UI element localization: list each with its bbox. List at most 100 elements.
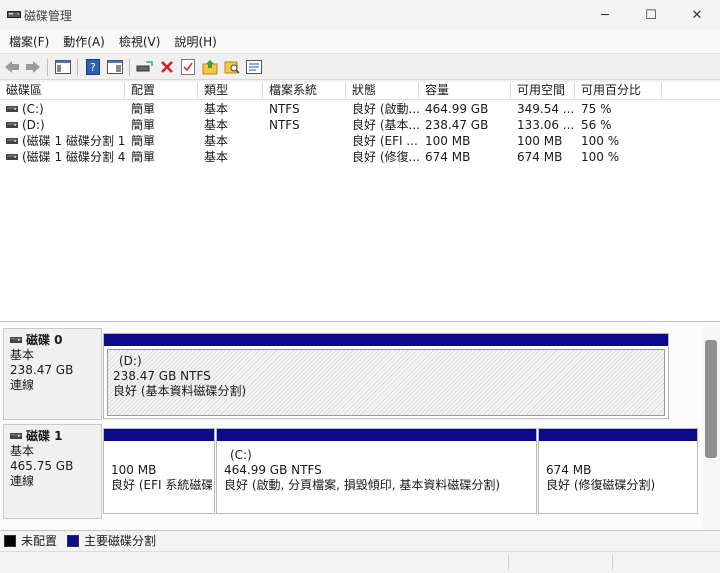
- filesystem-cell: NTFS: [269, 102, 300, 116]
- svg-text:?: ?: [90, 61, 96, 74]
- column-header-free-space[interactable]: 可用空間: [511, 82, 575, 100]
- back-arrow-icon[interactable]: [2, 57, 22, 77]
- status-bar: [0, 551, 720, 573]
- capacity-cell: 464.99 GB: [425, 102, 489, 116]
- disk-icon: [10, 433, 22, 439]
- disk-management-icon: [7, 11, 21, 18]
- menu-file[interactable]: 檔案(F): [2, 31, 56, 53]
- column-header-type[interactable]: 類型: [198, 82, 263, 100]
- free-space-cell: 349.54 ...: [517, 102, 575, 116]
- volume-name: (磁碟 1 磁碟分割 1): [22, 134, 125, 148]
- table-row[interactable]: (D:) 簡單 基本 NTFS 良好 (基本... 238.47 GB 133.…: [0, 117, 720, 133]
- column-header-layout[interactable]: 配置: [125, 82, 198, 100]
- filesystem-cell: [263, 133, 346, 149]
- drive-icon: [6, 106, 18, 112]
- disk-1-label[interactable]: 磁碟 1 基本 465.75 GB 連線: [3, 424, 102, 519]
- maximize-button[interactable]: ☐: [628, 0, 674, 31]
- disk-type: 基本: [10, 444, 35, 458]
- delete-icon[interactable]: [157, 57, 177, 77]
- layout-cell: 簡單: [131, 118, 156, 132]
- partition-size: 100 MB: [111, 463, 157, 477]
- volume-name-cell: (磁碟 1 磁碟分割 4): [0, 149, 125, 165]
- column-header-percent-free[interactable]: 可用百分比: [575, 82, 662, 100]
- legend-primary-partition: 主要磁碟分割: [84, 534, 157, 548]
- capacity-cell: 238.47 GB: [425, 118, 489, 132]
- properties-check-icon[interactable]: [178, 57, 198, 77]
- refresh-folder-icon[interactable]: [200, 57, 220, 77]
- column-header-capacity[interactable]: 容量: [419, 82, 511, 100]
- percent-free-cell: 56 %: [581, 118, 612, 132]
- menu-help[interactable]: 說明(H): [167, 31, 223, 53]
- type-cell: 基本: [204, 102, 229, 116]
- volume-name-cell: (D:): [0, 117, 125, 133]
- table-row[interactable]: (磁碟 1 磁碟分割 1) 簡單 基本 良好 (EFI ... 100 MB 1…: [0, 133, 720, 149]
- table-row[interactable]: (磁碟 1 磁碟分割 4) 簡單 基本 良好 (修復... 674 MB 674…: [0, 149, 720, 165]
- status-cell: 良好 (啟動...: [352, 102, 419, 116]
- disk-size: 238.47 GB: [10, 363, 74, 377]
- status-cell: 良好 (EFI ...: [352, 134, 418, 148]
- status-cell: 良好 (修復...: [352, 150, 419, 164]
- help-icon[interactable]: ?: [83, 57, 103, 77]
- status-pane: [612, 555, 613, 571]
- capacity-cell: 100 MB: [425, 134, 471, 148]
- free-space-cell: 100 MB: [517, 134, 563, 148]
- volume-name: (C:): [22, 102, 44, 116]
- minimize-button[interactable]: ─: [582, 0, 628, 31]
- layout-cell: 簡單: [131, 102, 156, 116]
- partition-d-body: (D:) 238.47 GB NTFS 良好 (基本資料磁碟分割): [107, 349, 665, 416]
- partition-d[interactable]: (D:) 238.47 GB NTFS 良好 (基本資料磁碟分割): [103, 333, 669, 419]
- free-space-cell: 674 MB: [517, 150, 563, 164]
- filesystem-cell: [263, 149, 346, 165]
- column-header-volume[interactable]: 磁碟區: [0, 82, 125, 100]
- connect-disk-icon[interactable]: [135, 57, 155, 77]
- disk-state: 連線: [10, 378, 35, 392]
- column-header-spacer: [662, 82, 720, 100]
- partition-recovery[interactable]: 674 MB 良好 (修復磁碟分割): [538, 428, 698, 514]
- primary-partition-swatch: [67, 534, 80, 547]
- percent-free-cell: 100 %: [581, 134, 620, 148]
- legend: 未配置 主要磁碟分割: [0, 530, 720, 550]
- console-tree-icon[interactable]: [53, 57, 73, 77]
- partition-efi[interactable]: 100 MB 良好 (EFI 系統磁碟分: [103, 428, 215, 514]
- title-bar: 磁碟管理 ─ ☐ ✕: [0, 0, 720, 31]
- column-header-filesystem[interactable]: 檔案系統: [263, 82, 346, 100]
- menu-action[interactable]: 動作(A): [56, 31, 112, 53]
- toolbar-separator: [129, 59, 130, 76]
- settings-list-icon[interactable]: [244, 57, 264, 77]
- partition-c[interactable]: (C:) 464.99 GB NTFS 良好 (啟動, 分頁檔案, 損毀傾印, …: [216, 428, 537, 514]
- forward-arrow-icon[interactable]: [23, 57, 43, 77]
- unallocated-swatch: [4, 534, 16, 547]
- show-pane-icon[interactable]: [105, 57, 125, 77]
- status-pane: [508, 555, 509, 571]
- menu-view[interactable]: 檢視(V): [112, 31, 168, 53]
- disk-title: 磁碟 1: [10, 429, 95, 444]
- drive-icon: [6, 122, 18, 128]
- scrollbar-thumb[interactable]: [705, 340, 717, 458]
- toolbar: ?: [0, 53, 720, 80]
- percent-free-cell: 75 %: [581, 102, 612, 116]
- menu-bar: 檔案(F) 動作(A) 檢視(V) 說明(H): [0, 31, 720, 53]
- disk-icon: [10, 337, 22, 343]
- close-button[interactable]: ✕: [674, 0, 720, 31]
- disk-name: 磁碟 0: [26, 333, 63, 347]
- volume-list-header: 磁碟區 配置 類型 檔案系統 狀態 容量 可用空間 可用百分比: [0, 82, 720, 100]
- type-cell: 基本: [204, 118, 229, 132]
- layout-cell: 簡單: [131, 150, 156, 164]
- partition-status: 良好 (基本資料磁碟分割): [113, 384, 247, 398]
- volume-list: 磁碟區 配置 類型 檔案系統 狀態 容量 可用空間 可用百分比 (C:) 簡單 …: [0, 82, 720, 322]
- drive-icon: [6, 138, 18, 144]
- disk-0-label[interactable]: 磁碟 0 基本 238.47 GB 連線: [3, 328, 102, 420]
- search-folder-icon[interactable]: [222, 57, 242, 77]
- window-title: 磁碟管理: [24, 9, 73, 23]
- volume-name: (磁碟 1 磁碟分割 4): [22, 150, 125, 164]
- disk-size: 465.75 GB: [10, 459, 74, 473]
- primary-partition-bar: [539, 429, 697, 441]
- column-header-status[interactable]: 狀態: [346, 82, 419, 100]
- disk-type: 基本: [10, 348, 35, 362]
- partition-size: 674 MB: [546, 463, 592, 477]
- partition-label: [111, 448, 207, 463]
- partition-recovery-body: 674 MB 良好 (修復磁碟分割): [541, 444, 695, 511]
- disk-state: 連線: [10, 474, 35, 488]
- table-row[interactable]: (C:) 簡單 基本 NTFS 良好 (啟動... 464.99 GB 349.…: [0, 101, 720, 117]
- partition-status: 良好 (EFI 系統磁碟分: [111, 478, 212, 492]
